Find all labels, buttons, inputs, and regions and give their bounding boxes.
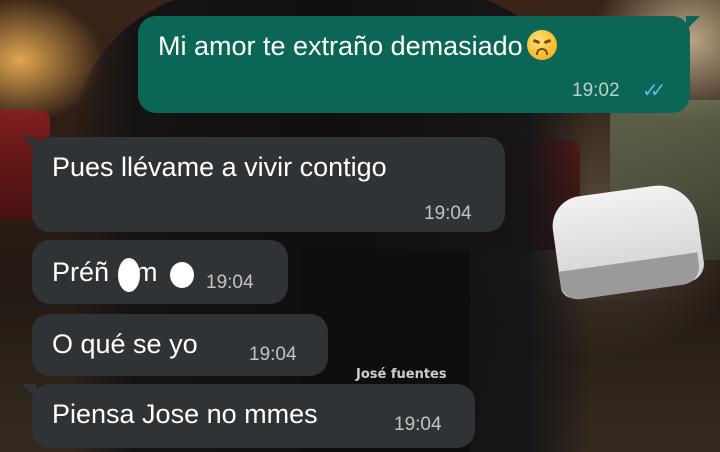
redaction-blot bbox=[170, 262, 194, 288]
message-text: Mi amor te extraño demasiado bbox=[158, 31, 523, 61]
message-time: 19:04 bbox=[394, 414, 442, 435]
message-bubble-incoming[interactable]: Préñ m 19:04 bbox=[32, 240, 288, 304]
message-bubble-incoming[interactable]: Pues llévame a vivir contigo 19:04 bbox=[22, 137, 505, 232]
message-time: 19:04 bbox=[206, 272, 254, 293]
message-text: O qué se yo bbox=[52, 329, 198, 359]
bubble-tail bbox=[22, 137, 36, 151]
message-time: 19:02 bbox=[572, 80, 620, 101]
message-text: Préñ bbox=[52, 257, 110, 287]
message-text: Pues llévame a vivir contigo bbox=[52, 152, 387, 182]
message-time: 19:04 bbox=[424, 203, 472, 224]
redaction-blot bbox=[118, 258, 140, 292]
double-check-icon: ✓✓ bbox=[642, 80, 666, 102]
bubble-tail bbox=[686, 16, 700, 30]
message-text: Piensa Jose no mmes bbox=[52, 399, 318, 429]
weary-face-icon bbox=[526, 30, 557, 60]
message-bubble-outgoing[interactable]: Mi amor te extraño demasiado 19:02 ✓✓ bbox=[138, 16, 700, 113]
message-bubble-incoming[interactable]: Piensa Jose no mmes 19:04 bbox=[22, 384, 475, 448]
bubble-tail bbox=[22, 384, 36, 398]
message-time: 19:04 bbox=[249, 344, 297, 365]
message-bubble-incoming[interactable]: O qué se yo 19:04 bbox=[32, 314, 328, 376]
watermark-text: José fuentes bbox=[356, 367, 447, 382]
